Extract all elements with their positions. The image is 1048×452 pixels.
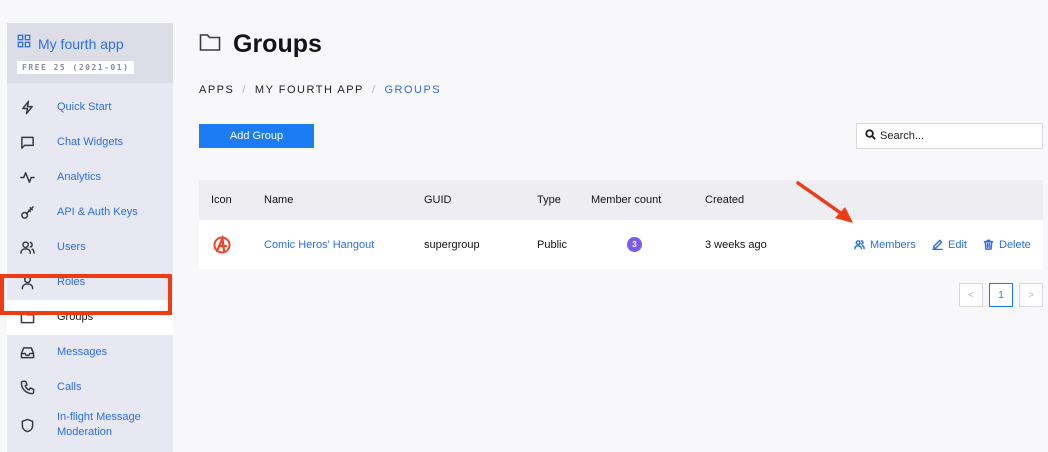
breadcrumb: APPS / MY FOURTH APP / GROUPS — [199, 84, 441, 96]
page-button-current[interactable]: 1 — [989, 283, 1013, 307]
annotation-arrow-icon — [796, 181, 853, 223]
breadcrumb-apps[interactable]: APPS — [199, 84, 234, 96]
sidebar-item-label: Messages — [57, 346, 108, 358]
group-guid: supergroup — [424, 238, 480, 251]
search-input[interactable] — [880, 130, 1040, 142]
user-icon — [19, 275, 35, 291]
groups-table: Icon Name GUID Type Member count Created… — [199, 180, 1043, 269]
member-count-badge: 3 — [627, 237, 642, 252]
pencil-icon — [932, 239, 943, 250]
column-header-name: Name — [264, 194, 294, 206]
sidebar-item-users[interactable]: Users — [7, 230, 173, 265]
folder-icon — [19, 310, 35, 326]
users-icon — [19, 240, 35, 256]
page-header: Groups — [199, 30, 322, 59]
sidebar-item-label: Roles — [57, 276, 86, 288]
sidebar-item-messages[interactable]: Messages — [7, 335, 173, 370]
sidebar: My fourth app FREE 25 (2021-01) Quick St… — [7, 23, 173, 452]
breadcrumb-current: GROUPS — [384, 84, 442, 96]
folder-icon — [199, 32, 221, 57]
column-header-type: Type — [537, 194, 561, 206]
shield-icon — [19, 417, 35, 433]
sidebar-item-chat-widgets[interactable]: Chat Widgets — [7, 125, 173, 160]
members-button[interactable]: Members — [854, 220, 916, 269]
group-created: 3 weeks ago — [705, 238, 767, 251]
add-group-button[interactable]: Add Group — [199, 124, 314, 148]
next-page-button[interactable]: > — [1019, 283, 1043, 307]
sidebar-item-label: Quick Start — [57, 101, 112, 113]
table-row: Comic Heros' Hangout supergroup Public 3… — [199, 220, 1043, 269]
sidebar-item-moderation[interactable]: In-flight Message Moderation — [7, 405, 173, 445]
group-avatar-icon — [212, 220, 232, 269]
sidebar-item-analytics[interactable]: Analytics — [7, 160, 173, 195]
plan-badge: FREE 25 (2021-01) — [17, 61, 135, 74]
prev-page-button[interactable]: < — [959, 283, 983, 307]
sidebar-item-quick-start[interactable]: Quick Start — [7, 90, 173, 125]
delete-label: Delete — [999, 238, 1031, 251]
table-header: Icon Name GUID Type Member count Created — [199, 180, 1043, 220]
trash-icon — [983, 239, 994, 250]
sidebar-item-api-keys[interactable]: API & Auth Keys — [7, 195, 173, 230]
delete-button[interactable]: Delete — [983, 220, 1031, 269]
member-count-cell: 3 — [627, 220, 642, 269]
grid-icon — [17, 34, 31, 53]
sidebar-item-roles[interactable]: Roles — [7, 265, 173, 300]
column-header-guid: GUID — [424, 194, 452, 206]
phone-icon — [19, 380, 35, 396]
group-name-link[interactable]: Comic Heros' Hangout — [264, 220, 374, 269]
sidebar-item-label: In-flight Message Moderation — [57, 411, 141, 438]
activity-icon — [19, 170, 35, 186]
page-title: Groups — [233, 30, 322, 58]
sidebar-item-label: Users — [57, 241, 86, 253]
users-icon — [854, 240, 865, 250]
edit-label: Edit — [948, 238, 967, 251]
column-header-created: Created — [705, 194, 745, 206]
breadcrumb-separator: / — [371, 84, 377, 96]
edit-button[interactable]: Edit — [932, 220, 967, 269]
pagination: < 1 > — [959, 283, 1043, 307]
breadcrumb-separator: / — [242, 84, 247, 96]
sidebar-item-label: API & Auth Keys — [57, 206, 138, 218]
search-box[interactable] — [856, 123, 1043, 149]
sidebar-item-label: Calls — [57, 381, 82, 393]
breadcrumb-app[interactable]: MY FOURTH APP — [255, 84, 364, 96]
sidebar-item-label: Analytics — [57, 171, 102, 183]
app-name[interactable]: My fourth app — [38, 36, 124, 52]
sidebar-item-calls[interactable]: Calls — [7, 370, 173, 405]
lightning-icon — [19, 100, 35, 116]
sidebar-item-label: Groups — [57, 311, 94, 323]
search-icon — [865, 127, 876, 145]
inbox-icon — [19, 345, 35, 361]
sidebar-item-label: Chat Widgets — [57, 136, 124, 148]
app-header: My fourth app FREE 25 (2021-01) — [7, 23, 173, 83]
chat-bubble-icon — [19, 135, 35, 151]
members-label: Members — [870, 238, 916, 251]
column-header-icon: Icon — [211, 194, 232, 206]
column-header-member-count: Member count — [591, 194, 662, 206]
group-type: Public — [537, 238, 567, 251]
sidebar-item-groups[interactable]: Groups — [7, 300, 173, 335]
key-icon — [19, 205, 35, 221]
